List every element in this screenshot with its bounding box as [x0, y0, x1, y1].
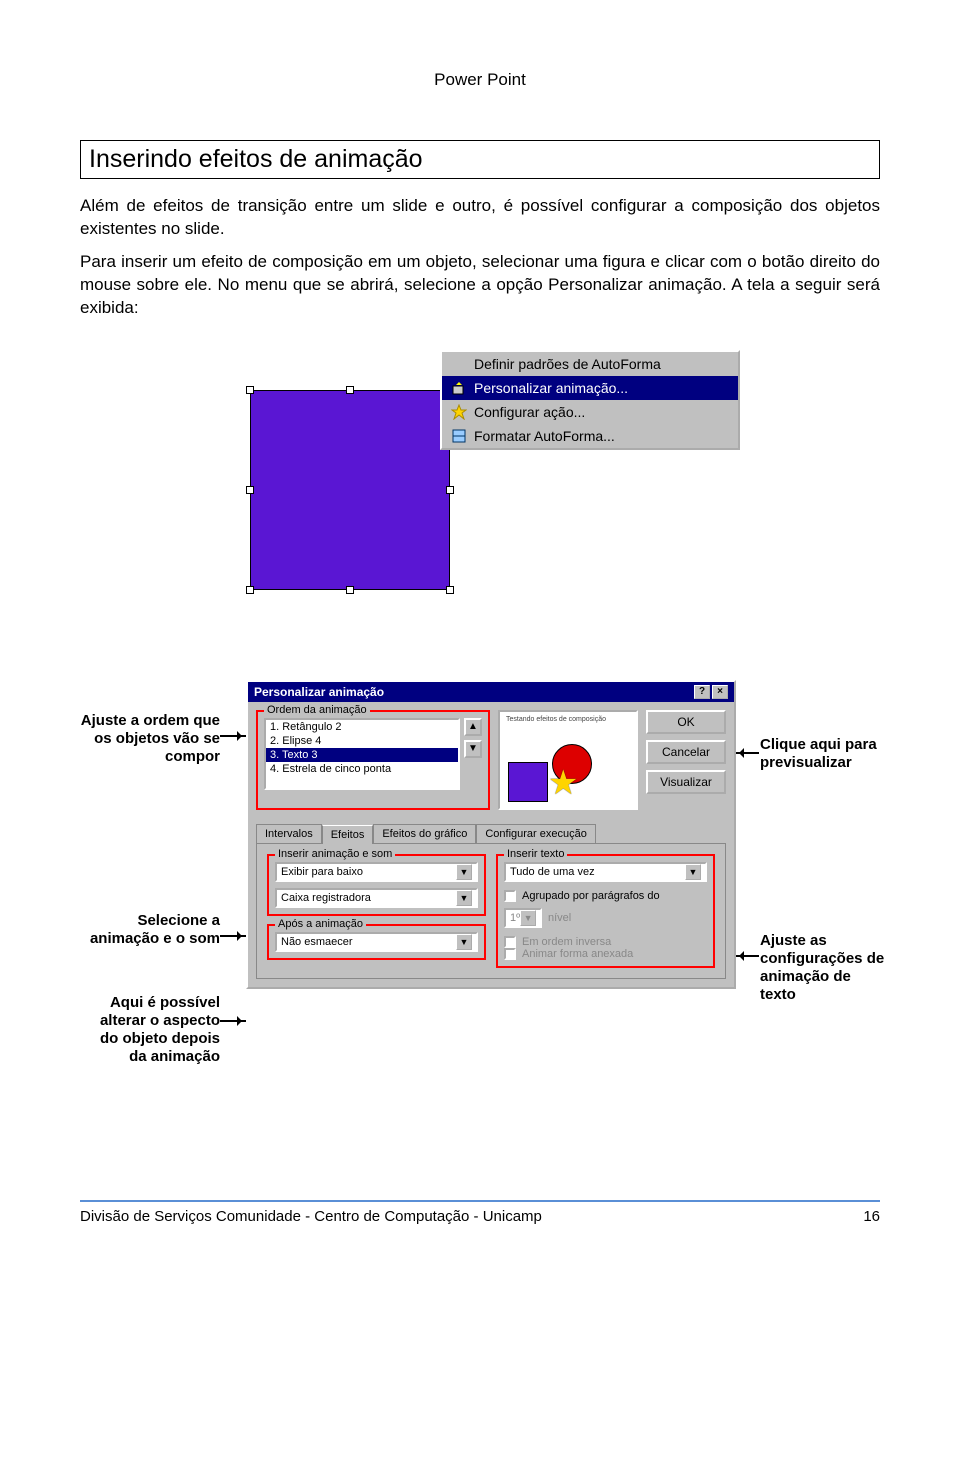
format-icon: [450, 427, 468, 445]
reverse-order-checkbox: Em ordem inversa: [504, 936, 707, 948]
preview-rectangle-icon: [508, 762, 548, 802]
list-item[interactable]: 3. Texto 3: [266, 748, 458, 762]
move-down-button[interactable]: ▼: [464, 740, 482, 758]
resize-handle[interactable]: [346, 386, 354, 394]
menu-item-configure-action[interactable]: Configurar ação...: [442, 400, 738, 424]
checkbox-label: Agrupado por parágrafos do: [522, 890, 660, 902]
figure-dialog-annotated: Ajuste a ordem que os objetos vão se com…: [80, 680, 880, 1140]
chevron-down-icon[interactable]: ▼: [456, 890, 472, 906]
combo-value: 1º: [510, 912, 520, 924]
figure-context-menu: Definir padrões de AutoForma Personaliza…: [210, 350, 750, 620]
menu-item-label: Personalizar animação...: [474, 380, 628, 396]
dialog-titlebar[interactable]: Personalizar animação ? ×: [248, 682, 734, 702]
footer-text: Divisão de Serviços Comunidade - Centro …: [80, 1208, 542, 1225]
chevron-down-icon[interactable]: ▼: [456, 934, 472, 950]
ok-button[interactable]: OK: [646, 710, 726, 734]
blank-icon: [450, 355, 468, 373]
checkbox-icon: [504, 948, 516, 960]
context-menu: Definir padrões de AutoForma Personaliza…: [440, 350, 740, 450]
tab-strip: Intervalos Efeitos Efeitos do gráfico Co…: [256, 824, 726, 843]
annotation-animation-sound: Selecione a animação e o som: [80, 912, 220, 948]
star-icon: [450, 403, 468, 421]
arrow-icon: [735, 752, 759, 754]
menu-item-label: Definir padrões de AutoForma: [474, 356, 661, 372]
resize-handle[interactable]: [246, 386, 254, 394]
chevron-down-icon[interactable]: ▼: [456, 864, 472, 880]
insert-text-fieldset: Inserir texto Tudo de uma vez ▼ Agrupado…: [496, 854, 715, 968]
menu-item-customize-animation[interactable]: Personalizar animação...: [442, 376, 738, 400]
insert-text-legend: Inserir texto: [504, 848, 567, 860]
arrow-icon: [220, 1020, 246, 1022]
arrow-icon: [735, 955, 759, 957]
menu-item-label: Configurar ação...: [474, 404, 585, 420]
order-legend: Ordem da animação: [264, 704, 370, 716]
annotation-preview: Clique aqui para previsualizar: [760, 736, 890, 772]
after-animation-fieldset: Após a animação Não esmaecer ▼: [267, 924, 486, 960]
tab-intervals[interactable]: Intervalos: [256, 824, 322, 843]
paragraph-2: Para inserir um efeito de composição em …: [80, 251, 880, 320]
resize-handle[interactable]: [246, 586, 254, 594]
after-legend: Após a animação: [275, 918, 366, 930]
order-fieldset: Ordem da animação 1. Retângulo 2 2. Elip…: [256, 710, 490, 810]
insert-animation-fieldset: Inserir animação e som Exibir para baixo…: [267, 854, 486, 916]
checkbox-label: Animar forma anexada: [522, 948, 633, 960]
annotation-after-animation: Aqui é possível alterar o aspecto do obj…: [80, 994, 220, 1066]
list-item[interactable]: 2. Elipse 4: [266, 734, 458, 748]
menu-item-label: Formatar AutoForma...: [474, 428, 615, 444]
slide-preview: Testando efeitos de composição ★: [498, 710, 638, 810]
tab-chart-effects[interactable]: Efeitos do gráfico: [373, 824, 476, 843]
resize-handle[interactable]: [446, 586, 454, 594]
order-listbox[interactable]: 1. Retângulo 2 2. Elipse 4 3. Texto 3 4.…: [264, 718, 460, 790]
cancel-button[interactable]: Cancelar: [646, 740, 726, 764]
combo-value: Caixa registradora: [281, 892, 371, 904]
menu-item-define-defaults[interactable]: Definir padrões de AutoForma: [442, 352, 738, 376]
annotation-text-settings: Ajuste as configurações de animação de t…: [760, 932, 890, 1004]
sound-combo[interactable]: Caixa registradora ▼: [275, 888, 478, 908]
page-number: 16: [863, 1208, 880, 1225]
list-item[interactable]: 1. Retângulo 2: [266, 720, 458, 734]
move-up-button[interactable]: ▲: [464, 718, 482, 736]
animation-combo[interactable]: Exibir para baixo ▼: [275, 862, 478, 882]
animate-attached-checkbox: Animar forma anexada: [504, 948, 707, 960]
tab-effects[interactable]: Efeitos: [322, 825, 374, 844]
animation-icon: [450, 379, 468, 397]
level-label: nível: [548, 912, 571, 924]
page-footer: Divisão de Serviços Comunidade - Centro …: [80, 1202, 880, 1225]
preview-caption: Testando efeitos de composição: [506, 716, 630, 724]
text-intro-combo[interactable]: Tudo de uma vez ▼: [504, 862, 707, 882]
insert-anim-legend: Inserir animação e som: [275, 848, 395, 860]
preview-button[interactable]: Visualizar: [646, 770, 726, 794]
after-combo[interactable]: Não esmaecer ▼: [275, 932, 478, 952]
annotation-order: Ajuste a ordem que os objetos vão se com…: [80, 712, 220, 766]
arrow-icon: [220, 735, 246, 737]
page-header: Power Point: [80, 70, 880, 90]
group-paragraphs-checkbox[interactable]: Agrupado por parágrafos do: [504, 890, 707, 902]
dialog-title-text: Personalizar animação: [254, 685, 384, 699]
preview-star-icon: ★: [548, 768, 578, 798]
arrow-icon: [220, 935, 246, 937]
selected-shape[interactable]: [250, 390, 450, 590]
section-title: Inserindo efeitos de animação: [80, 140, 880, 179]
checkbox-icon: [504, 936, 516, 948]
help-button[interactable]: ?: [694, 685, 710, 699]
checkbox-icon[interactable]: [504, 890, 516, 902]
checkbox-label: Em ordem inversa: [522, 936, 611, 948]
purple-rectangle: [250, 390, 450, 590]
level-combo: 1º ▼: [504, 908, 542, 928]
combo-value: Não esmaecer: [281, 936, 353, 948]
list-item[interactable]: 4. Estrela de cinco ponta: [266, 762, 458, 776]
paragraph-1: Além de efeitos de transição entre um sl…: [80, 195, 880, 241]
close-button[interactable]: ×: [712, 685, 728, 699]
resize-handle[interactable]: [446, 486, 454, 494]
tab-configure-execution[interactable]: Configurar execução: [476, 824, 596, 843]
combo-value: Tudo de uma vez: [510, 866, 595, 878]
resize-handle[interactable]: [346, 586, 354, 594]
effects-pane: Inserir animação e som Exibir para baixo…: [256, 843, 726, 979]
customize-animation-dialog: Personalizar animação ? × Ordem da anima…: [246, 680, 736, 989]
combo-value: Exibir para baixo: [281, 866, 363, 878]
menu-item-format-autoshape[interactable]: Formatar AutoForma...: [442, 424, 738, 448]
resize-handle[interactable]: [246, 486, 254, 494]
chevron-down-icon: ▼: [520, 910, 536, 926]
chevron-down-icon[interactable]: ▼: [685, 864, 701, 880]
